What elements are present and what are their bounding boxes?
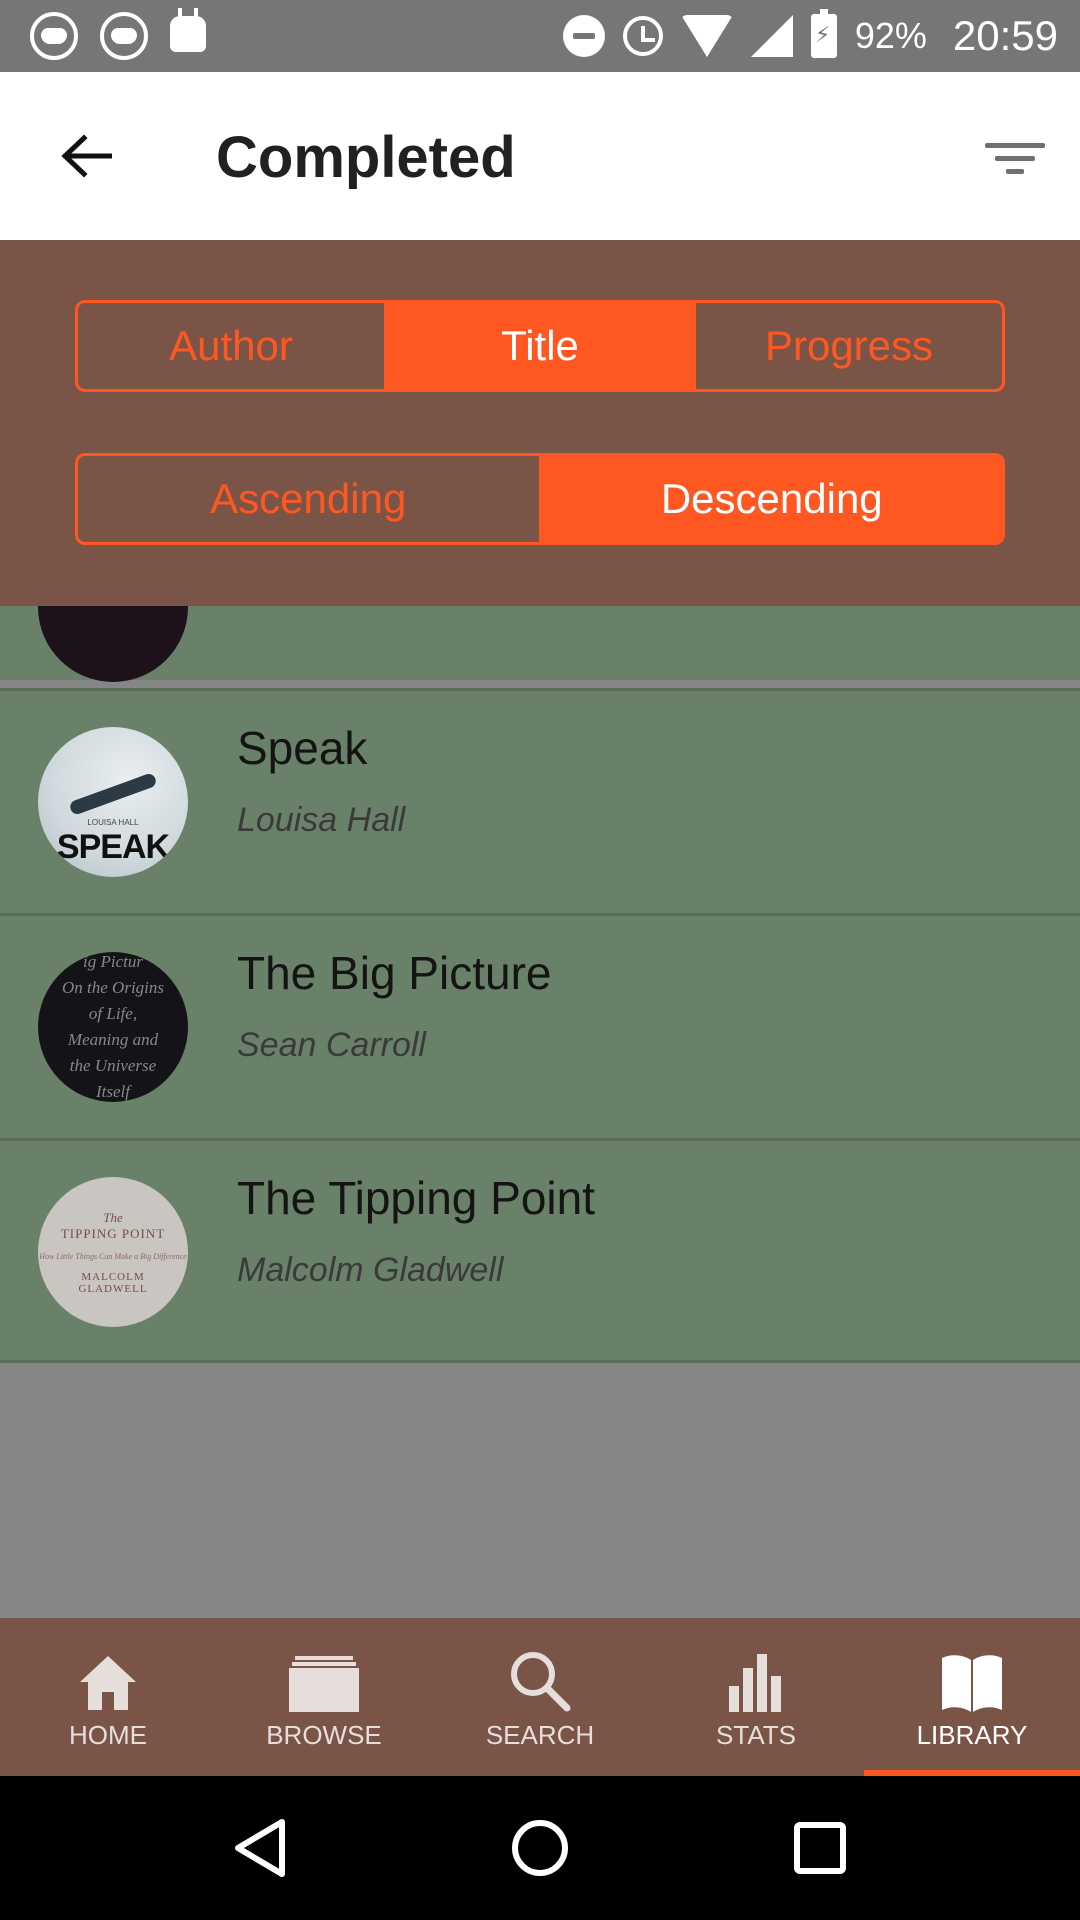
- nav-search[interactable]: SEARCH: [432, 1618, 648, 1776]
- list-item[interactable]: LOUISA HALL SPEAK Speak Louisa Hall: [0, 688, 1080, 913]
- sort-panel: Author Title Progress Ascending Descendi…: [0, 240, 1080, 606]
- book-author: Sean Carroll: [237, 1026, 426, 1064]
- system-navigation-bar: [0, 1776, 1080, 1920]
- book-cover: The TIPPING POINT How Little Things Can …: [38, 1177, 188, 1327]
- nav-label: HOME: [69, 1719, 147, 1750]
- sort-title-option[interactable]: Title: [384, 303, 693, 389]
- app-bar: Completed: [0, 72, 1080, 240]
- clock: 20:59: [952, 12, 1058, 59]
- nav-label: LIBRARY: [916, 1719, 1028, 1750]
- system-home-button[interactable]: [495, 1803, 585, 1893]
- sort-by-selector: Author Title Progress: [75, 300, 1005, 392]
- nav-label: STATS: [716, 1719, 796, 1750]
- search-icon: [509, 1644, 571, 1712]
- signal-icon: [750, 15, 793, 57]
- status-bar: 92% 20:59: [0, 0, 1080, 72]
- notification-mask-icon: [30, 12, 78, 60]
- square-recents-icon: [794, 1822, 846, 1874]
- sort-author-option[interactable]: Author: [78, 303, 384, 389]
- back-button[interactable]: [50, 122, 122, 190]
- order-ascending-option[interactable]: Ascending: [78, 456, 539, 542]
- nav-browse[interactable]: BROWSE: [216, 1618, 432, 1776]
- nav-stats[interactable]: STATS: [648, 1618, 864, 1776]
- battery-percent: 92%: [854, 15, 927, 56]
- book-author: Louisa Hall: [237, 801, 406, 839]
- stats-icon: [727, 1644, 785, 1712]
- book-cover: ig Pictur On the Origins of Life, Meanin…: [38, 952, 188, 1102]
- list-item[interactable]: The TIPPING POINT How Little Things Can …: [0, 1138, 1080, 1363]
- library-icon: [940, 1644, 1004, 1712]
- sort-progress-option[interactable]: Progress: [693, 303, 1002, 389]
- arrow-left-icon: [61, 134, 112, 178]
- book-cover: LOUISA HALL SPEAK: [38, 727, 188, 877]
- bottom-navigation: HOME BROWSE SEARCH STATS LIBRARY: [0, 1618, 1080, 1776]
- alarm-icon: [622, 16, 663, 56]
- system-back-button[interactable]: [215, 1803, 305, 1893]
- circle-home-icon: [512, 1820, 568, 1876]
- home-icon: [78, 1644, 138, 1712]
- filter-icon: [985, 142, 1045, 148]
- book-title: The Tipping Point: [237, 1172, 596, 1224]
- android-icon: [170, 8, 206, 52]
- book-title: The Big Picture: [237, 947, 552, 999]
- list-item[interactable]: ig Pictur On the Origins of Life, Meanin…: [0, 913, 1080, 1138]
- wifi-icon: [680, 15, 733, 57]
- triangle-back-icon: [235, 1819, 285, 1877]
- browse-icon: [289, 1644, 359, 1712]
- nav-library[interactable]: LIBRARY: [864, 1618, 1080, 1776]
- nav-home[interactable]: HOME: [0, 1618, 216, 1776]
- sort-order-selector: Ascending Descending: [75, 453, 1005, 545]
- battery-icon: [810, 9, 837, 58]
- filter-button[interactable]: [980, 128, 1050, 188]
- do-not-disturb-icon: [562, 15, 605, 57]
- system-recents-button[interactable]: [775, 1803, 865, 1893]
- page-title: Completed: [216, 125, 516, 190]
- book-list: LOUISA HALL SPEAK Speak Louisa Hall ig P…: [0, 532, 1080, 1363]
- nav-label: SEARCH: [485, 1719, 595, 1750]
- book-title: Speak: [237, 722, 368, 774]
- order-descending-option[interactable]: Descending: [538, 456, 1002, 542]
- book-author: Malcolm Gladwell: [237, 1251, 504, 1289]
- nav-label: BROWSE: [266, 1719, 382, 1750]
- notification-mask-icon-2: [100, 12, 148, 60]
